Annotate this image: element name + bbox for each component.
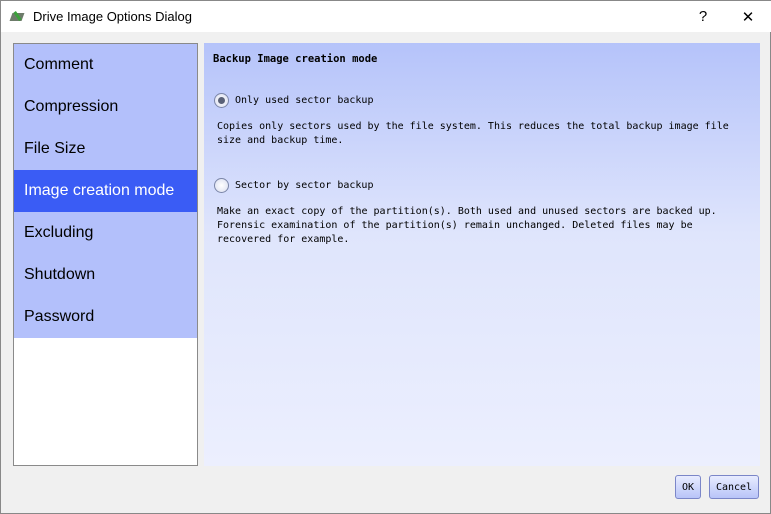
radio-unselected-icon[interactable] [214,178,229,193]
option-description: Copies only sectors used by the file sys… [217,121,729,146]
settings-panel: Backup Image creation mode Only used sec… [204,43,760,466]
cancel-button[interactable]: Cancel [709,475,759,499]
sidebar-item-image-creation-mode[interactable]: Image creation mode [14,170,197,212]
sidebar-item-excluding[interactable]: Excluding [14,212,197,254]
only-used-sector-radio[interactable]: Only used sector backup [214,93,373,108]
window-title: Drive Image Options Dialog [33,9,192,24]
sidebar-item-file-size[interactable]: File Size [14,128,197,170]
sector-by-sector-radio[interactable]: Sector by sector backup [214,178,373,193]
sidebar-item-comment[interactable]: Comment [14,44,197,86]
radio-label: Only used sector backup [235,95,374,106]
sidebar-item-shutdown[interactable]: Shutdown [14,254,197,296]
ok-button[interactable]: OK [675,475,701,499]
option-description: Make an exact copy of the partition(s). … [217,206,717,245]
options-category-list: Comment Compression File Size Image crea… [13,43,198,466]
sidebar-item-password[interactable]: Password [14,296,197,338]
help-button[interactable]: ? [680,1,726,32]
section-heading: Backup Image creation mode [213,53,378,65]
sidebar-item-compression[interactable]: Compression [14,86,197,128]
close-button[interactable]: ✕ [725,1,771,32]
radio-label: Sector by sector backup [235,180,374,191]
title-bar: Drive Image Options Dialog ? ✕ [1,1,771,32]
radio-selected-icon[interactable] [214,93,229,108]
app-icon [11,11,25,23]
